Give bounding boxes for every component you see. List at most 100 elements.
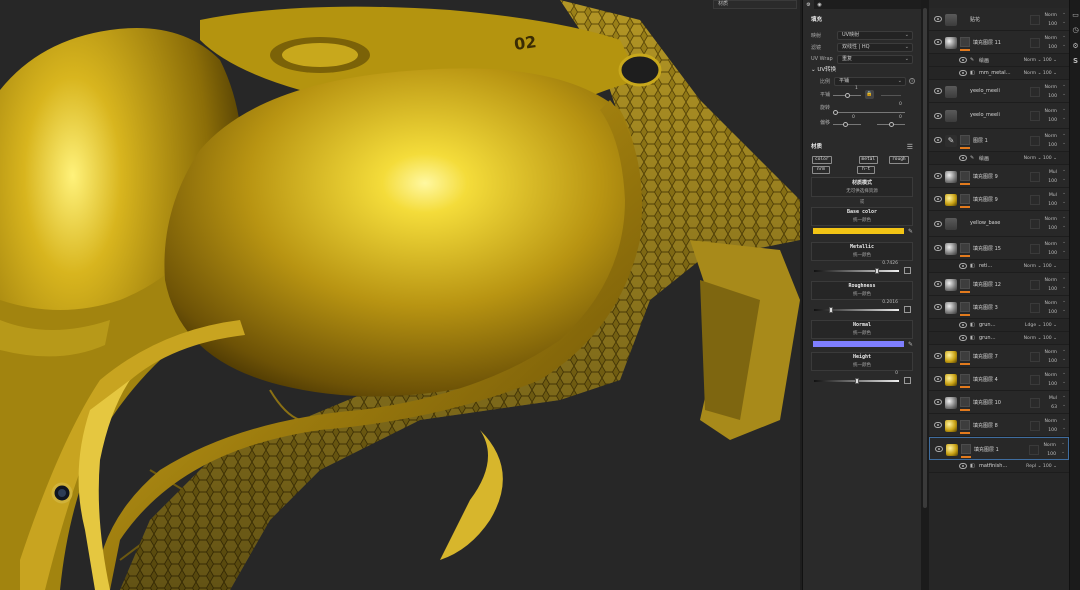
visibility-eye-icon[interactable] — [934, 88, 942, 94]
blend-mode[interactable]: Mul — [1048, 191, 1057, 200]
visibility-eye-icon[interactable] — [959, 263, 968, 269]
layer-row[interactable]: 填充图层 11 ⌄ ⌄ Norm 100 — [929, 31, 1069, 54]
blend-mode[interactable]: Norm — [1044, 371, 1057, 380]
blend-mode[interactable]: Norm — [1044, 417, 1057, 426]
metallic-knob[interactable] — [875, 268, 880, 274]
height-box[interactable]: Height 统一颜色 — [811, 352, 913, 371]
blend-mode[interactable]: Norm — [1044, 132, 1057, 141]
layer-opacity[interactable]: 100 — [1044, 141, 1057, 150]
history-icon[interactable]: ▭ — [1072, 12, 1079, 19]
layer-name[interactable]: 图层 1 — [973, 137, 988, 144]
layer-name[interactable]: 填充图层 8 — [973, 422, 998, 429]
blend-mode[interactable]: Mul — [1048, 168, 1057, 177]
reset-icon[interactable] — [904, 377, 911, 384]
blend-mode-and-opacity[interactable]: Repl ⌄ 100 ⌄ — [1026, 464, 1057, 469]
tab-properties[interactable]: ⚙ — [803, 0, 814, 9]
layer-name[interactable]: matfinish… — [979, 463, 1007, 469]
layer-row[interactable]: 填充图层 3 ⌄ ⌄ Norm 100 — [929, 296, 1069, 319]
layer-row[interactable]: yellow_base ⌄ ⌄ Norm 100 — [929, 211, 1069, 237]
chevron-down-icon[interactable]: ⌄ — [1062, 215, 1066, 220]
layer-extra-slot[interactable] — [1030, 397, 1040, 408]
layer-name[interactable]: grun… — [979, 322, 996, 328]
visibility-eye-icon[interactable] — [959, 155, 968, 161]
blend-mode[interactable]: Norm — [1044, 240, 1057, 249]
layer-opacity[interactable]: 100 — [1043, 450, 1056, 459]
layer-mask-thumbnail[interactable] — [960, 396, 970, 407]
reset-icon[interactable] — [904, 267, 911, 274]
uv-transform-toggle[interactable]: ⌄ UV转换 — [803, 65, 921, 75]
layer-mask-thumbnail[interactable] — [960, 301, 970, 312]
visibility-eye-icon[interactable] — [934, 281, 942, 287]
visibility-eye-icon[interactable] — [934, 399, 942, 405]
layer-extra-slot[interactable] — [1030, 135, 1040, 146]
chevron-down-icon[interactable]: ⌄ — [1062, 177, 1066, 182]
visibility-eye-icon[interactable] — [934, 173, 942, 179]
layer-effect-row[interactable]: ◧ mm_metal… Norm ⌄ 100 ⌄ — [929, 67, 1069, 80]
layer-extra-slot[interactable] — [1030, 14, 1040, 25]
tile-y-slider[interactable] — [881, 95, 901, 96]
layer-name[interactable]: 填充图层 9 — [973, 196, 998, 203]
layer-opacity[interactable]: 100 — [1044, 116, 1057, 125]
eyedropper-icon[interactable]: ✎ — [908, 342, 914, 348]
layer-extra-slot[interactable] — [1030, 374, 1040, 385]
eyedropper-icon[interactable]: ✎ — [908, 229, 914, 235]
layer-extra-slot[interactable] — [1030, 420, 1040, 431]
visibility-eye-icon[interactable] — [934, 422, 942, 428]
chevron-down-icon[interactable]: ⌄ — [1062, 394, 1066, 399]
layer-opacity[interactable]: 100 — [1044, 249, 1057, 258]
layer-opacity[interactable]: 100 — [1048, 177, 1057, 186]
layer-row[interactable]: ✎ 图层 1 ⌄ ⌄ Norm 100 — [929, 129, 1069, 152]
layer-name[interactable]: 填充图层 9 — [973, 173, 998, 180]
layer-mask-thumbnail[interactable] — [960, 350, 970, 361]
blend-mode[interactable]: Norm — [1043, 441, 1056, 450]
visibility-eye-icon[interactable] — [959, 57, 968, 63]
tile-slider-knob[interactable] — [845, 93, 850, 98]
visibility-eye-icon[interactable] — [934, 137, 942, 143]
layer-extra-slot[interactable] — [1030, 86, 1040, 97]
visibility-eye-icon[interactable] — [934, 39, 942, 45]
visibility-eye-icon[interactable] — [934, 376, 942, 382]
filter-select[interactable]: 双线性 | HQ ⌄ — [837, 42, 913, 52]
layer-row[interactable]: 填充图层 7 ⌄ ⌄ Norm 100 — [929, 345, 1069, 368]
visibility-eye-icon[interactable] — [935, 445, 943, 452]
height-knob[interactable] — [854, 378, 859, 384]
layer-mask-thumbnail[interactable] — [960, 278, 970, 289]
tab-settings[interactable]: ◉ — [814, 0, 825, 9]
layer-name[interactable]: 填充图层 11 — [973, 39, 1001, 46]
visibility-eye-icon[interactable] — [934, 304, 942, 310]
layer-name[interactable]: 填充图层 12 — [973, 281, 1001, 288]
chevron-down-icon[interactable]: ⌄ — [1062, 426, 1066, 431]
shelf-icon[interactable]: ◷ — [1072, 27, 1079, 34]
chevron-down-icon[interactable]: ⌄ — [1062, 285, 1066, 290]
chevron-down-icon[interactable]: ⌄ — [1062, 107, 1066, 112]
blend-mode[interactable]: Mul — [1049, 394, 1057, 403]
chevron-down-icon[interactable]: ⌄ — [1062, 380, 1066, 385]
layer-mask-thumbnail[interactable] — [960, 242, 970, 253]
rotate-slider-knob[interactable] — [833, 110, 838, 115]
layer-name[interactable]: 填充图层 7 — [973, 353, 998, 360]
channel-color-toggle[interactable]: color — [812, 156, 832, 164]
visibility-eye-icon[interactable] — [934, 353, 942, 359]
layer-extra-slot[interactable] — [1029, 444, 1039, 455]
layer-name[interactable]: 绘画 — [979, 155, 989, 162]
layer-name[interactable]: 填充图层 1 — [974, 446, 999, 453]
layer-row[interactable]: yeelo_meeli ⌄ ⌄ Norm 100 — [929, 103, 1069, 129]
settings-icon[interactable]: ⚙ — [1072, 43, 1079, 50]
chevron-down-icon[interactable]: ⌄ — [1062, 92, 1066, 97]
layer-opacity[interactable]: 100 — [1044, 357, 1057, 366]
layer-effect-row[interactable]: ✎ 绘画 Norm ⌄ 100 ⌄ — [929, 152, 1069, 165]
chevron-down-icon[interactable]: ⌄ — [1062, 240, 1066, 245]
layer-row[interactable]: 填充图层 9 ⌄ ⌄ Mul 100 — [929, 188, 1069, 211]
offset-x-knob[interactable] — [843, 122, 848, 127]
visibility-eye-icon[interactable] — [959, 335, 968, 341]
layer-extra-slot[interactable] — [1030, 243, 1040, 254]
layer-mask-thumbnail[interactable] — [960, 134, 970, 145]
layer-opacity[interactable]: 100 — [1044, 426, 1057, 435]
chevron-down-icon[interactable]: ⌄ — [1062, 83, 1066, 88]
layer-opacity[interactable]: 100 — [1044, 308, 1057, 317]
3d-viewport[interactable]: 02 材质 — [0, 0, 800, 590]
layer-effect-row[interactable]: ◧ matfinish… Repl ⌄ 100 ⌄ — [929, 460, 1069, 473]
roughness-knob[interactable] — [829, 307, 834, 313]
rotate-slider-track[interactable] — [833, 112, 905, 113]
visibility-eye-icon[interactable] — [959, 70, 968, 76]
